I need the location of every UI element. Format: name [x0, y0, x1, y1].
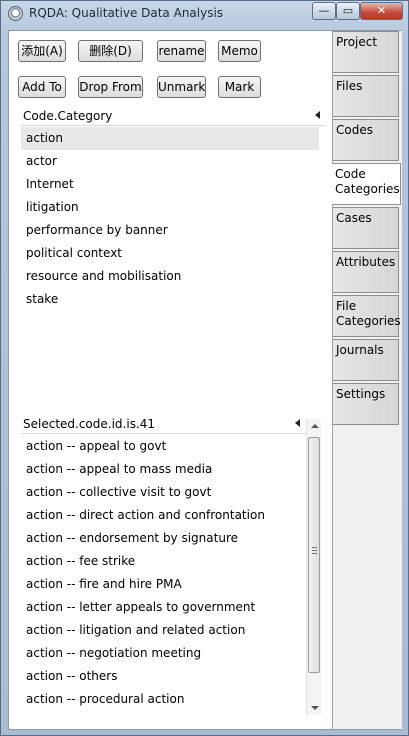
tab-journals[interactable]: Journals — [333, 339, 399, 381]
code-item[interactable]: action -- letter appeals to government — [21, 596, 306, 619]
mark-button[interactable]: Mark — [218, 76, 261, 98]
code-item[interactable]: action -- endorsement by signature — [21, 527, 306, 550]
category-item-action[interactable]: action — [21, 127, 319, 150]
memo-button[interactable]: Memo — [218, 40, 261, 62]
code-item[interactable]: action -- fire and hire PMA — [21, 573, 306, 596]
drop-from-button[interactable]: Drop From — [78, 76, 143, 98]
sort-arrow-icon[interactable] — [315, 111, 320, 119]
minimize-button[interactable]: — — [312, 2, 336, 20]
codes-column-header[interactable]: Selected.code.id.is.41 — [21, 416, 306, 434]
close-button[interactable]: ✕ — [360, 2, 403, 20]
tab-codes[interactable]: Codes — [333, 119, 399, 161]
category-item-litigation[interactable]: litigation — [21, 196, 319, 219]
tab-settings[interactable]: Settings — [333, 383, 399, 425]
window-title: RQDA: Qualitative Data Analysis — [29, 6, 224, 20]
add-button[interactable]: 添加(A) — [18, 40, 66, 62]
codes-header-label: Selected.code.id.is.41 — [23, 417, 156, 431]
code-categories-pane: 添加(A) 删除(D) rename Memo Add To Drop From… — [9, 31, 333, 729]
category-header-label: Code.Category — [23, 109, 113, 123]
code-item[interactable]: action -- litigation and related action — [21, 619, 306, 642]
scrollbar-thumb[interactable] — [308, 437, 320, 673]
selected-codes-list: action -- appeal to govt action -- appeal… — [21, 435, 306, 711]
category-column-header[interactable]: Code.Category — [21, 108, 326, 126]
code-item[interactable]: action -- procedural action — [21, 688, 306, 711]
code-item[interactable]: action -- direct action and confrontatio… — [21, 504, 306, 527]
client-area: 添加(A) 删除(D) rename Memo Add To Drop From… — [8, 30, 402, 730]
category-item-internet[interactable]: Internet — [21, 173, 319, 196]
codes-scrollbar[interactable] — [306, 419, 321, 715]
code-item[interactable]: action -- others — [21, 665, 306, 688]
scroll-down-arrow-icon[interactable] — [311, 706, 319, 710]
code-item[interactable]: action -- negotiation meeting — [21, 642, 306, 665]
tab-project[interactable]: Project — [333, 31, 399, 73]
category-item-stake[interactable]: stake — [21, 288, 319, 311]
rename-button[interactable]: rename — [157, 40, 206, 62]
code-item[interactable]: action -- appeal to govt — [21, 435, 306, 458]
tab-cases[interactable]: Cases — [333, 207, 399, 249]
title-bar[interactable]: RQDA: Qualitative Data Analysis — ▭ ✕ — [1, 1, 408, 27]
unmark-button[interactable]: Unmark — [157, 76, 206, 98]
code-item[interactable]: action -- fee strike — [21, 550, 306, 573]
category-item-political-context[interactable]: political context — [21, 242, 319, 265]
grip-icon — [312, 547, 317, 554]
notebook-tabs: Project Files Codes Code Categories Cases Att… — [332, 31, 402, 729]
category-item-resource-and-mobilisation[interactable]: resource and mobilisation — [21, 265, 319, 288]
category-item-performance-by-banner[interactable]: performance by banner — [21, 219, 319, 242]
scroll-up-arrow-icon[interactable] — [311, 424, 319, 428]
tab-attributes[interactable]: Attributes — [333, 251, 399, 293]
add-to-button[interactable]: Add To — [18, 76, 66, 98]
delete-button[interactable]: 删除(D) — [78, 40, 143, 62]
category-list: action actor Internet litigation performance… — [21, 127, 319, 311]
tab-files[interactable]: Files — [333, 75, 399, 117]
category-item-actor[interactable]: actor — [21, 150, 319, 173]
maximize-button[interactable]: ▭ — [336, 2, 360, 20]
app-window: RQDA: Qualitative Data Analysis — ▭ ✕ 添加… — [0, 0, 409, 736]
code-item[interactable]: action -- collective visit to govt — [21, 481, 306, 504]
tab-file-categories[interactable]: File Categories — [333, 295, 401, 337]
tab-code-categories[interactable]: Code Categories — [332, 163, 401, 205]
code-item[interactable]: action -- appeal to mass media — [21, 458, 306, 481]
rqda-app-icon — [8, 6, 23, 21]
sort-arrow-icon[interactable] — [295, 419, 300, 427]
